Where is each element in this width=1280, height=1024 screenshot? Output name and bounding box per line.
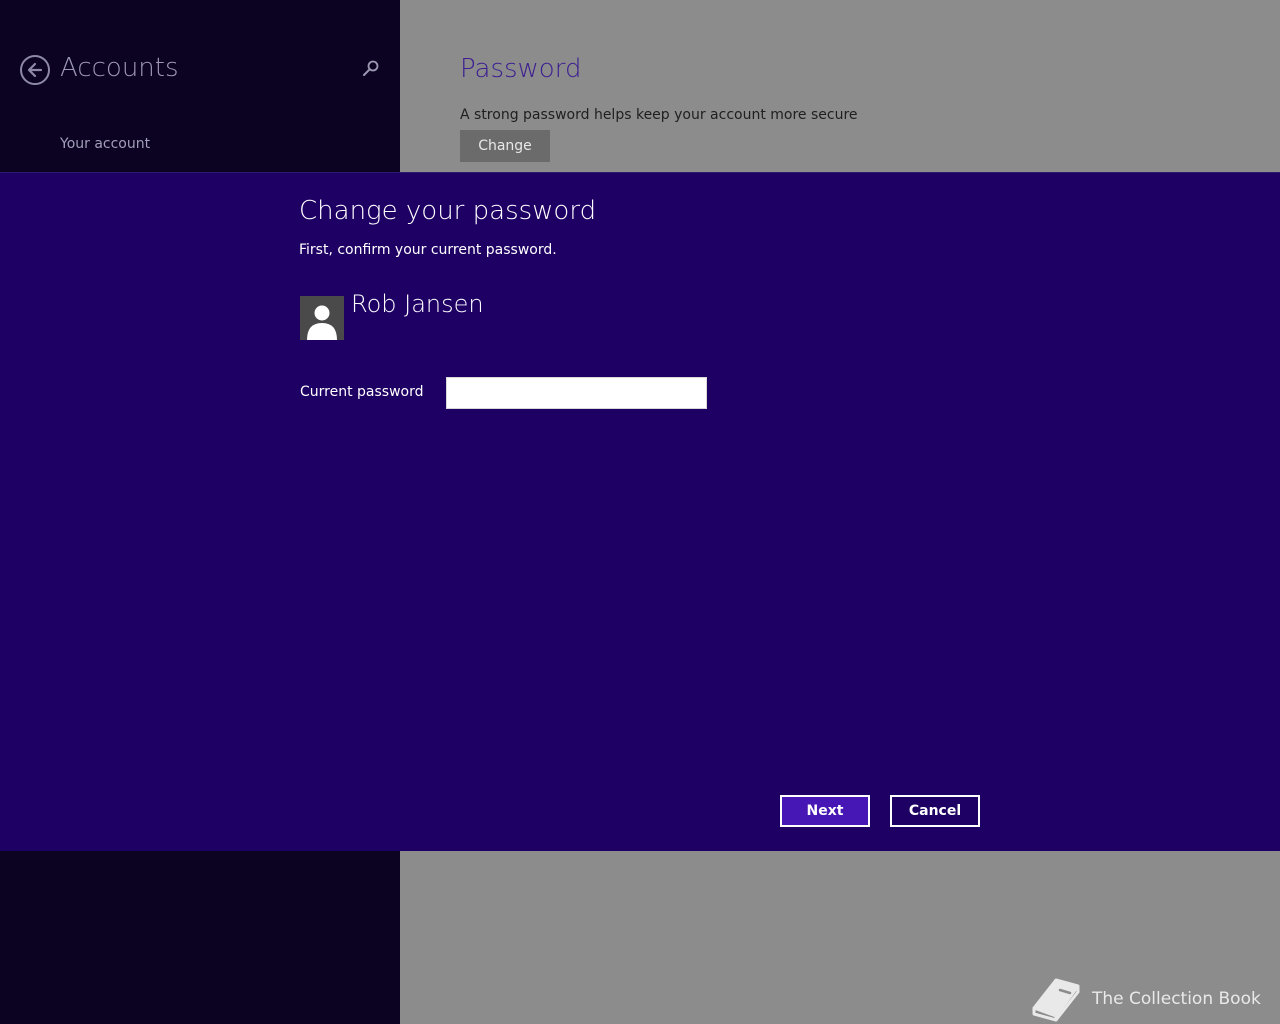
dialog-title: Change your password: [299, 196, 597, 226]
watermark: The Collection Book: [1030, 976, 1270, 1022]
watermark-text: The Collection Book: [1092, 989, 1261, 1009]
search-icon[interactable]: [360, 58, 382, 80]
cancel-button[interactable]: Cancel: [890, 795, 980, 827]
next-button[interactable]: Next: [780, 795, 870, 827]
current-password-label: Current password: [300, 384, 424, 400]
user-silhouette-icon: [307, 305, 337, 340]
app-title: Accounts: [60, 53, 179, 83]
nav-item-your-account[interactable]: Your account: [60, 136, 150, 152]
current-password-input[interactable]: [446, 377, 707, 409]
user-avatar: [300, 296, 344, 340]
back-arrow-icon: [27, 62, 43, 78]
section-description: A strong password helps keep your accoun…: [460, 107, 858, 123]
change-password-button[interactable]: Change: [460, 130, 550, 162]
dialog-subtitle: First, confirm your current password.: [299, 242, 557, 258]
change-password-dialog: Change your password First, confirm your…: [0, 172, 1280, 851]
user-name: Rob Jansen: [351, 290, 484, 318]
section-title-password: Password: [460, 54, 582, 84]
back-button[interactable]: [20, 55, 50, 85]
book-icon: [1032, 978, 1080, 1022]
